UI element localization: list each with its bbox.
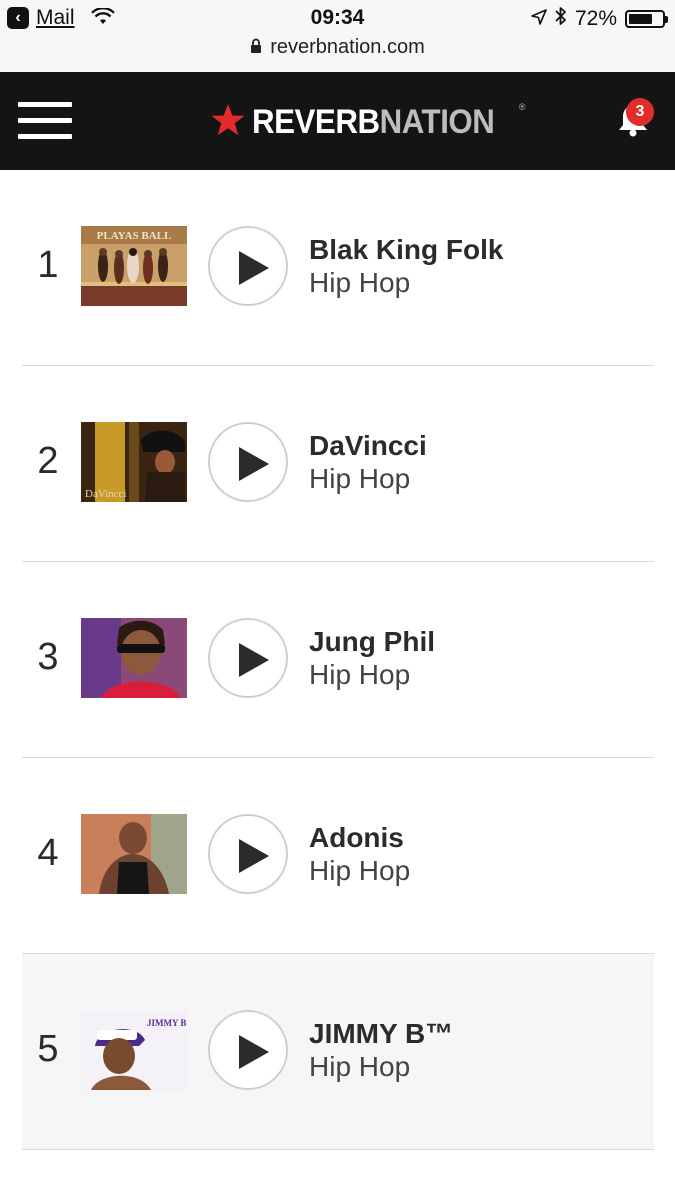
star-logo-icon	[210, 103, 246, 142]
artist-genre: Hip Hop	[309, 659, 411, 690]
thumbnail-title-text: DaVincci	[85, 488, 127, 500]
artist-genre: Hip Hop	[309, 267, 411, 298]
bluetooth-icon	[555, 6, 567, 32]
list-item[interactable]: 2 DaVincci DaVincci Hip Hop	[22, 366, 654, 562]
status-bar: ‹ Mail 09:34 72% reverbnation.com	[0, 0, 675, 72]
artist-genre: Hip Hop	[309, 463, 411, 494]
play-icon	[239, 839, 269, 873]
thumbnail-title-text: JIMMY B	[147, 1018, 186, 1028]
list-item[interactable]: 1 PLAYAS BALL Blak King Folk Hip Hop	[22, 170, 654, 366]
play-button[interactable]	[208, 814, 288, 894]
rank-number: 5	[37, 1028, 59, 1070]
artist-thumbnail[interactable]	[81, 618, 187, 698]
play-button[interactable]	[208, 226, 288, 306]
play-icon	[239, 1035, 269, 1069]
list-item[interactable]: 4 Adonis Hip Hop	[22, 758, 654, 954]
artist-name[interactable]: Jung Phil	[309, 626, 435, 658]
notification-badge[interactable]: 3	[626, 98, 654, 126]
battery-icon	[625, 10, 668, 28]
artist-thumbnail[interactable]: DaVincci	[81, 422, 187, 502]
play-button[interactable]	[208, 422, 288, 502]
registered-mark: ®	[518, 102, 526, 112]
artist-name[interactable]: JIMMY B™	[309, 1018, 453, 1050]
list-item[interactable]: 5 JIMMY B JIMMY B™ Hip Hop	[22, 954, 654, 1150]
artist-thumbnail[interactable]	[81, 814, 187, 894]
list-item[interactable]: 3 Jung Phil Hip Hop	[22, 562, 654, 758]
artist-name[interactable]: Blak King Folk	[309, 234, 503, 266]
logo-word-reverb: REVERB	[252, 102, 380, 141]
play-button[interactable]	[208, 1010, 288, 1090]
url-text: reverbnation.com	[270, 36, 425, 58]
thumbnail-title-text: PLAYAS BALL	[97, 230, 172, 242]
rank-number: 1	[37, 244, 59, 286]
app-header: REVERBNATION ®	[0, 72, 675, 170]
artist-genre: Hip Hop	[309, 855, 411, 886]
location-arrow-icon	[531, 7, 547, 31]
logo-wordmark: REVERBNATION	[252, 102, 495, 142]
reverbnation-logo[interactable]: REVERBNATION ®	[210, 102, 526, 142]
play-button[interactable]	[208, 618, 288, 698]
artist-name[interactable]: Adonis	[309, 822, 404, 854]
rank-number: 2	[37, 440, 59, 482]
battery-fill	[629, 14, 653, 24]
artist-genre: Hip Hop	[309, 1051, 411, 1082]
play-icon	[239, 251, 269, 285]
rank-number: 3	[37, 636, 59, 678]
artist-chart-list: 1 PLAYAS BALL Blak King Folk Hip Hop 2 D…	[22, 170, 654, 1150]
artist-thumbnail[interactable]: PLAYAS BALL	[81, 226, 187, 306]
artist-name[interactable]: DaVincci	[309, 430, 427, 462]
lock-icon	[250, 37, 262, 60]
logo-word-nation: NATION	[379, 102, 495, 141]
rank-number: 4	[37, 832, 59, 874]
hamburger-menu-icon[interactable]	[18, 100, 74, 142]
battery-percentage: 72%	[574, 7, 617, 30]
artist-thumbnail[interactable]: JIMMY B	[81, 1010, 187, 1090]
play-icon	[239, 643, 269, 677]
play-icon	[239, 447, 269, 481]
address-bar[interactable]: reverbnation.com	[0, 36, 675, 60]
